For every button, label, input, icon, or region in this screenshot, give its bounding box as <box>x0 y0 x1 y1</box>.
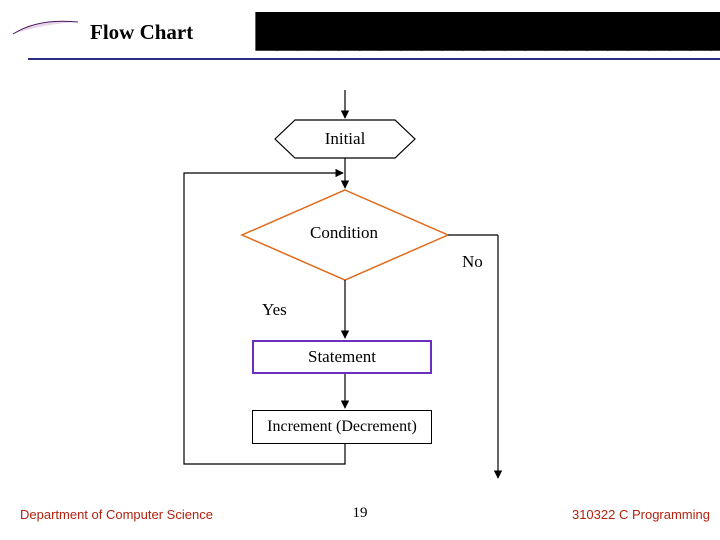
title-while: while <box>588 26 636 51</box>
footer-course: 310322 C Programming <box>572 507 710 522</box>
edge-no-label: No <box>462 252 483 272</box>
flowchart-canvas: Initial Condition Yes No Statement Incre… <box>0 60 720 500</box>
node-initial: Initial <box>270 120 420 158</box>
node-increment: Increment (Decrement) <box>252 410 432 444</box>
edge-yes-label: Yes <box>262 300 287 320</box>
logo-swoosh <box>8 14 88 44</box>
slide-header: ███████████████████████████████████ Flow… <box>90 20 720 60</box>
node-statement: Statement <box>252 340 432 374</box>
node-condition: Condition <box>310 223 378 243</box>
